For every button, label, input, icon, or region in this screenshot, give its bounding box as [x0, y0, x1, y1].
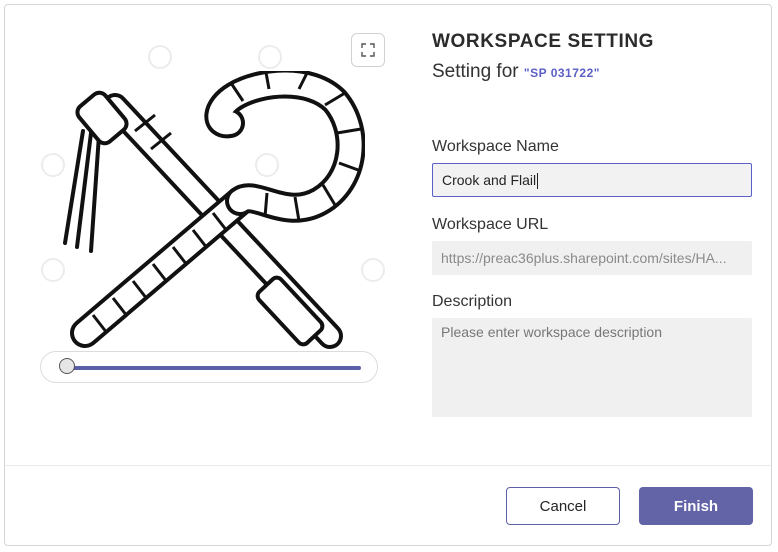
subtitle-prefix: Setting for [432, 61, 524, 82]
finish-button[interactable]: Finish [639, 487, 753, 525]
image-preview-pane [5, 5, 405, 465]
site-code: "SP 031722" [523, 66, 600, 80]
cancel-button[interactable]: Cancel [506, 487, 620, 525]
zoom-slider[interactable] [40, 351, 378, 383]
slider-thumb[interactable] [59, 358, 75, 374]
crook-and-flail-icon [63, 71, 365, 349]
workspace-setting-dialog: WORKSPACE SETTING Setting for "SP 031722… [4, 4, 772, 546]
workspace-name-value: Crook and Flail [442, 172, 537, 188]
description-label: Description [432, 293, 513, 310]
workspace-name-input[interactable]: Crook and Flail [432, 163, 752, 197]
text-caret [537, 173, 539, 190]
workspace-name-label: Workspace Name [432, 138, 559, 155]
expand-icon [361, 43, 375, 57]
workspace-url-label: Workspace URL [432, 216, 549, 233]
dialog-subtitle: Setting for "SP 031722" [432, 61, 600, 83]
description-textarea[interactable]: Please enter workspace description [432, 318, 752, 417]
footer-divider [5, 465, 771, 466]
slider-track [67, 366, 361, 370]
dialog-title: WORKSPACE SETTING [432, 31, 655, 52]
workspace-url-input[interactable]: https://preac36plus.sharepoint.com/sites… [432, 241, 752, 275]
expand-button[interactable] [351, 33, 385, 67]
